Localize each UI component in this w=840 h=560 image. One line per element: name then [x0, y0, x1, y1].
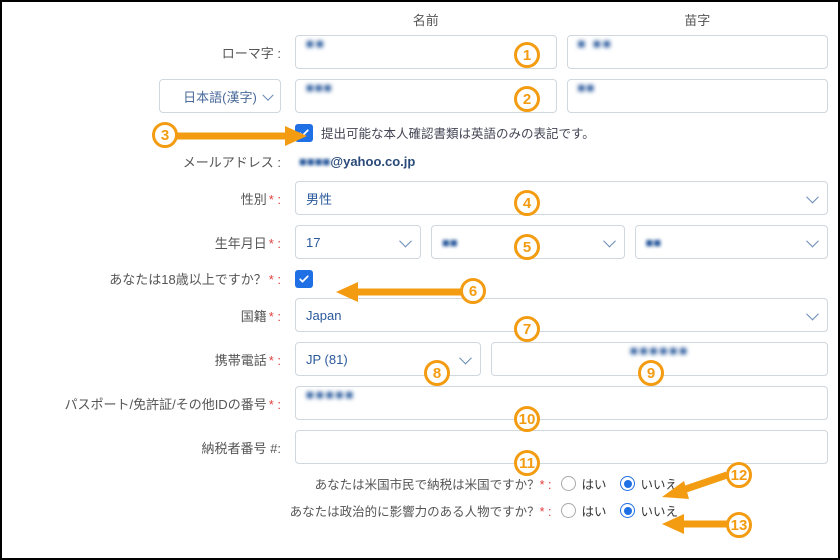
romaji-first-input[interactable]: ■■	[295, 35, 557, 69]
phone-number-input[interactable]: ■■■■■■	[491, 342, 828, 376]
label-us-citizen: あなたは米国市民で納税は米国ですか？	[315, 478, 540, 492]
us-citizen-yes[interactable]: はい	[561, 474, 606, 493]
label-over18: あなたは18歳以上ですか？	[109, 272, 266, 287]
label-phone: 携帯電話	[215, 353, 267, 368]
label-dob: 生年月日	[215, 236, 267, 251]
label-pep: あなたは政治的に影響力のある人物ですか？	[290, 505, 540, 519]
dob-month-select[interactable]: ■■	[431, 225, 625, 259]
label-nationality: 国籍	[241, 309, 267, 324]
phone-country-select[interactable]: JP (81)	[295, 342, 481, 376]
over18-checkbox[interactable]	[295, 270, 313, 288]
label-taxid: 納税者番号 #:	[12, 438, 295, 457]
kanji-first-input[interactable]: ■■■	[295, 79, 557, 113]
dob-day-select[interactable]: 17	[295, 225, 421, 259]
pep-yes[interactable]: はい	[561, 501, 606, 520]
us-citizen-no[interactable]: いいえ	[620, 474, 678, 493]
kanji-last-input[interactable]: ■■	[567, 79, 829, 113]
name-column-headers: 名前 苗字	[295, 10, 828, 29]
label-romaji: ローマ字 :	[12, 43, 295, 62]
gender-select[interactable]: 男性	[295, 181, 828, 215]
english-only-checkbox[interactable]	[295, 124, 313, 142]
pep-no[interactable]: いいえ	[620, 501, 678, 520]
email-value: ■■■■@yahoo.co.jp	[295, 154, 415, 169]
header-first: 名前	[295, 10, 557, 29]
taxid-input[interactable]	[295, 430, 828, 464]
label-passport: パスポート/免許証/その他IDの番号	[64, 397, 266, 412]
script-select[interactable]: 日本語(漢字)	[159, 79, 281, 113]
header-last: 苗字	[567, 10, 829, 29]
nationality-select[interactable]: Japan	[295, 298, 828, 332]
english-only-label: 提出可能な本人確認書類は英語のみの表記です。	[321, 123, 595, 142]
romaji-last-input[interactable]: ■ ■■	[567, 35, 829, 69]
label-gender: 性別	[241, 192, 267, 207]
dob-year-select[interactable]: ■■	[635, 225, 829, 259]
label-email: メールアドレス :	[12, 152, 295, 171]
passport-input[interactable]: ■■■■■	[295, 386, 828, 420]
